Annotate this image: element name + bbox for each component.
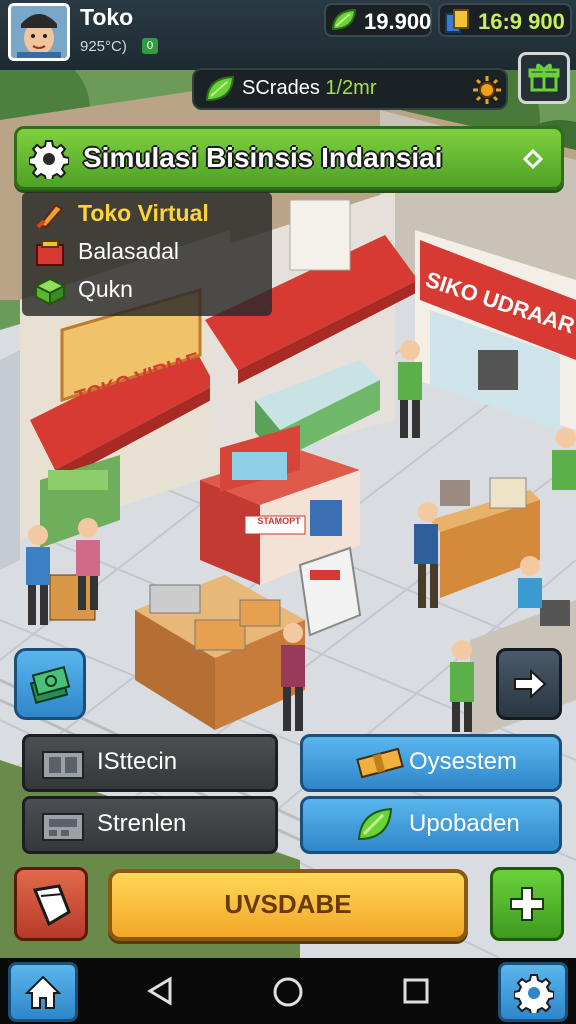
player-badge: 0	[142, 38, 158, 54]
machine-icon	[42, 751, 84, 779]
banner-title: Simulasi Bisinsis Indansiai	[83, 142, 443, 173]
arrow-right-icon	[514, 668, 547, 700]
back-icon[interactable]	[146, 976, 174, 1006]
menu-item-qukn[interactable]: Qukn	[22, 272, 272, 310]
next-arrow-button[interactable]	[496, 648, 562, 720]
gems-counter[interactable]: 19.900	[324, 3, 432, 37]
leaf-icon	[205, 75, 235, 102]
quest-label: SCrades 1/2mr	[242, 77, 377, 100]
leaf-icon	[357, 807, 393, 841]
avatar-icon	[11, 6, 67, 58]
gems-value: 19.900	[364, 9, 432, 34]
money-stack-icon	[29, 665, 71, 705]
main-action-label: UVSDABE	[224, 889, 352, 919]
action-label: Oysestem	[409, 748, 518, 775]
red-box-icon	[36, 240, 64, 266]
gear-icon	[29, 140, 69, 179]
sun-icon	[473, 76, 501, 104]
leaf-gem-icon	[331, 8, 357, 31]
tag-button[interactable]	[14, 867, 88, 941]
diamond-icon[interactable]	[523, 149, 543, 169]
gift-button[interactable]	[518, 52, 570, 104]
cash-bundle-icon	[356, 747, 404, 779]
quest-bar[interactable]: SCrades 1/2mr	[192, 68, 508, 110]
category-menu: Toko Virtual Balasadal Qukn	[22, 192, 272, 316]
plus-icon	[510, 887, 544, 921]
player-name: Toko	[80, 4, 134, 30]
menu-item-toko-virtual[interactable]: Toko Virtual	[22, 196, 272, 234]
action-button-oysestem[interactable]: Oysestem	[300, 734, 562, 792]
action-label: ISttecin	[97, 748, 178, 775]
action-label: Strenlen	[97, 810, 187, 837]
add-button[interactable]	[490, 867, 564, 941]
action-button-strenlen[interactable]: Strenlen	[22, 796, 278, 854]
green-cube-icon	[34, 277, 66, 305]
quest-progress: 1/2mr	[325, 77, 377, 99]
register-icon	[42, 813, 84, 841]
home-circle-icon[interactable]	[272, 976, 304, 1008]
action-button-isttecin[interactable]: ISttecin	[22, 734, 278, 792]
settings-button[interactable]	[498, 962, 568, 1022]
gift-icon	[528, 63, 560, 92]
player-stats: 925°C)	[80, 38, 127, 55]
quest-title: SCrades	[242, 77, 320, 99]
main-action-button[interactable]: UVSDABE	[108, 869, 468, 941]
cash-shop-button[interactable]	[14, 648, 86, 720]
player-avatar[interactable]	[8, 3, 70, 61]
menu-item-balasadal[interactable]: Balasadal	[22, 234, 272, 272]
action-button-upobaden[interactable]: Upobaden	[300, 796, 562, 854]
price-tag-icon	[32, 884, 71, 927]
rocket-icon	[36, 203, 64, 229]
menu-label: Toko Virtual	[78, 200, 209, 226]
menu-label: Qukn	[78, 276, 133, 302]
gear-icon	[514, 974, 554, 1013]
truck-label: STAMOPT	[257, 516, 301, 526]
menu-label: Balasadal	[78, 238, 180, 264]
title-banner[interactable]: Simulasi Bisinsis Indansiai	[14, 126, 564, 190]
cash-counter[interactable]: 16:9 900	[438, 3, 572, 37]
cash-value: 16:9 900	[478, 9, 565, 34]
cash-stack-icon	[445, 9, 469, 33]
home-button[interactable]	[8, 962, 78, 1022]
recents-icon[interactable]	[402, 977, 430, 1005]
action-label: Upobaden	[409, 810, 520, 837]
system-nav-bar	[0, 958, 576, 1024]
home-icon	[24, 975, 62, 1009]
